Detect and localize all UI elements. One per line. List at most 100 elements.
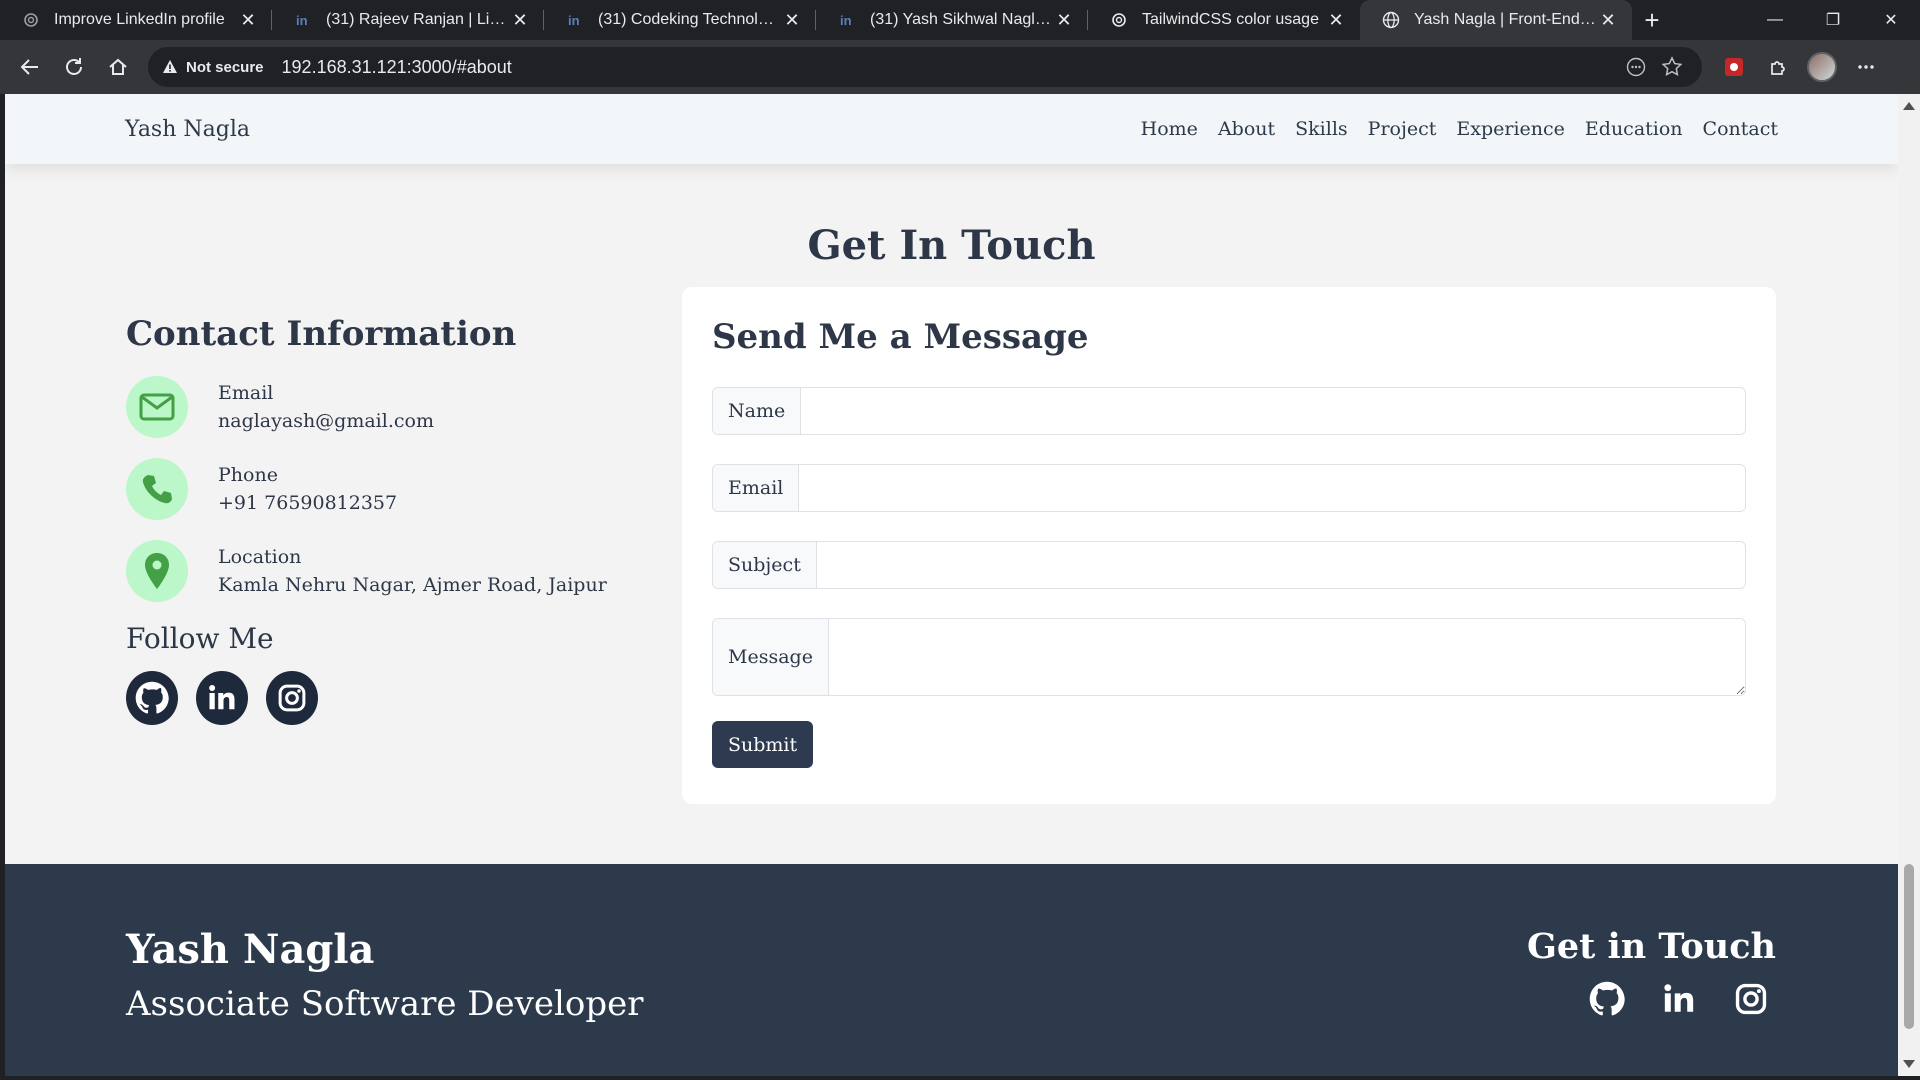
nav-link-contact[interactable]: Contact xyxy=(1703,118,1778,140)
contact-item-label: Location xyxy=(218,546,302,568)
tab-title: Improve LinkedIn profile xyxy=(54,11,225,28)
message-field-group: Message xyxy=(712,618,1746,696)
tab-title: (31) Rajeev Ranjan | LinkedIn xyxy=(326,11,510,28)
footer-name: Yash Nagla xyxy=(126,926,375,973)
address-bar[interactable]: Not secure 192.168.31.121:3000/#about xyxy=(148,47,1702,87)
message-textarea[interactable] xyxy=(828,619,1745,695)
home-icon[interactable] xyxy=(96,45,140,89)
close-window-icon[interactable]: ✕ xyxy=(1862,0,1920,40)
chatgpt-icon xyxy=(1110,11,1128,29)
nav-link-education[interactable]: Education xyxy=(1585,118,1683,140)
extension-icon[interactable] xyxy=(1712,45,1756,89)
browser-tab[interactable]: TailwindCSS color usage ✕ xyxy=(1088,0,1360,40)
profile-avatar[interactable] xyxy=(1800,45,1844,89)
envelope-icon xyxy=(126,376,188,438)
tab-strip: Improve LinkedIn profile ✕ in (31) Rajee… xyxy=(0,0,1920,40)
bookmark-star-icon[interactable] xyxy=(1654,49,1690,85)
window-controls: — ❐ ✕ xyxy=(1746,0,1920,40)
linkedin-icon: in xyxy=(838,11,856,29)
security-indicator[interactable]: Not secure xyxy=(162,59,264,76)
social-links xyxy=(126,671,646,725)
message-label: Message xyxy=(713,619,829,695)
name-field-group: Name xyxy=(712,387,1746,435)
footer-get-in-touch: Get in Touch xyxy=(1526,926,1776,967)
submit-button[interactable]: Submit xyxy=(712,721,814,768)
browser-tab-active[interactable]: Yash Nagla | Front-End Devel ✕ xyxy=(1360,0,1632,40)
close-icon[interactable]: ✕ xyxy=(238,10,258,30)
github-icon[interactable] xyxy=(126,671,178,725)
scroll-down-arrow[interactable] xyxy=(1903,1060,1915,1068)
form-title: Send Me a Message xyxy=(712,317,1089,357)
chatgpt-icon xyxy=(22,11,40,29)
email-label: Email xyxy=(713,465,800,511)
svg-text:in: in xyxy=(568,13,580,28)
contact-info-title: Contact Information xyxy=(126,314,517,354)
footer-social-links xyxy=(1582,974,1776,1024)
phone-icon xyxy=(126,458,188,520)
name-input[interactable] xyxy=(801,388,1745,434)
contact-item-label: Email xyxy=(218,382,274,404)
restore-icon[interactable]: ❐ xyxy=(1804,0,1862,40)
close-icon[interactable]: ✕ xyxy=(510,10,530,30)
follow-me-title: Follow Me xyxy=(126,622,274,655)
globe-icon xyxy=(1382,11,1400,29)
security-label: Not secure xyxy=(186,58,264,76)
browser-tab[interactable]: in (31) Yash Sikhwal Nagla | Link ✕ xyxy=(816,0,1088,40)
minimize-icon[interactable]: — xyxy=(1746,0,1804,40)
subject-field-group: Subject xyxy=(712,541,1746,589)
email-input[interactable] xyxy=(799,465,1745,511)
contact-item-value: Kamla Nehru Nagar, Ajmer Road, Jaipur xyxy=(218,574,607,596)
warning-icon xyxy=(163,60,177,73)
message-form-card: Send Me a Message Name Email Subject Mes… xyxy=(682,287,1776,804)
name-label: Name xyxy=(713,388,802,434)
page-scrollbar[interactable] xyxy=(1898,94,1920,1076)
nav-link-experience[interactable]: Experience xyxy=(1456,118,1565,140)
nav-links: Home About Skills Project Experience Edu… xyxy=(1141,118,1778,140)
site-brand[interactable]: Yash Nagla xyxy=(125,117,250,142)
site-footer: Yash Nagla Associate Software Developer … xyxy=(5,864,1898,1076)
extensions-puzzle-icon[interactable] xyxy=(1756,45,1800,89)
svg-text:in: in xyxy=(296,13,308,28)
reload-icon[interactable] xyxy=(52,45,96,89)
location-pin-icon xyxy=(126,540,188,602)
scrollbar-thumb[interactable] xyxy=(1904,864,1914,1029)
close-icon[interactable]: ✕ xyxy=(1326,10,1346,30)
close-icon[interactable]: ✕ xyxy=(1598,10,1618,30)
linkedin-icon: in xyxy=(294,11,312,29)
email-field-group: Email xyxy=(712,464,1746,512)
contact-information: Contact Information Email naglayash@gmai… xyxy=(126,314,646,725)
tab-title: (31) Codeking Technologies P xyxy=(598,11,782,28)
new-tab-button[interactable]: + xyxy=(1632,0,1672,40)
linkedin-icon: in xyxy=(566,11,584,29)
more-circle-icon[interactable] xyxy=(1618,49,1654,85)
subject-input[interactable] xyxy=(816,542,1745,588)
linkedin-icon[interactable] xyxy=(196,671,248,725)
browser-tab[interactable]: in (31) Rajeev Ranjan | LinkedIn ✕ xyxy=(272,0,544,40)
svg-text:in: in xyxy=(840,13,852,28)
url-text[interactable]: 192.168.31.121:3000/#about xyxy=(282,57,1618,78)
browser-toolbar: Not secure 192.168.31.121:3000/#about xyxy=(0,40,1920,94)
contact-item-value: +91 76590812357 xyxy=(218,492,398,514)
github-icon[interactable] xyxy=(1582,974,1632,1024)
contact-item-label: Phone xyxy=(218,464,278,486)
nav-link-about[interactable]: About xyxy=(1218,118,1275,140)
browser-tab[interactable]: in (31) Codeking Technologies P ✕ xyxy=(544,0,816,40)
subject-label: Subject xyxy=(713,542,817,588)
close-icon[interactable]: ✕ xyxy=(782,10,802,30)
nav-link-project[interactable]: Project xyxy=(1368,118,1437,140)
contact-item-location: Location Kamla Nehru Nagar, Ajmer Road, … xyxy=(126,540,646,602)
linkedin-icon[interactable] xyxy=(1654,974,1704,1024)
tab-title: Yash Nagla | Front-End Devel xyxy=(1414,11,1598,28)
section-title: Get In Touch xyxy=(807,222,1096,269)
menu-dots-icon[interactable] xyxy=(1844,45,1888,89)
close-icon[interactable]: ✕ xyxy=(1054,10,1074,30)
instagram-icon[interactable] xyxy=(1726,974,1776,1024)
back-icon[interactable] xyxy=(8,45,52,89)
scroll-up-arrow[interactable] xyxy=(1903,102,1915,110)
instagram-icon[interactable] xyxy=(266,671,318,725)
nav-link-home[interactable]: Home xyxy=(1141,118,1198,140)
browser-tab[interactable]: Improve LinkedIn profile ✕ xyxy=(0,0,272,40)
nav-link-skills[interactable]: Skills xyxy=(1295,118,1348,140)
tab-title: TailwindCSS color usage xyxy=(1142,11,1319,28)
tab-title: (31) Yash Sikhwal Nagla | Link xyxy=(870,11,1054,28)
